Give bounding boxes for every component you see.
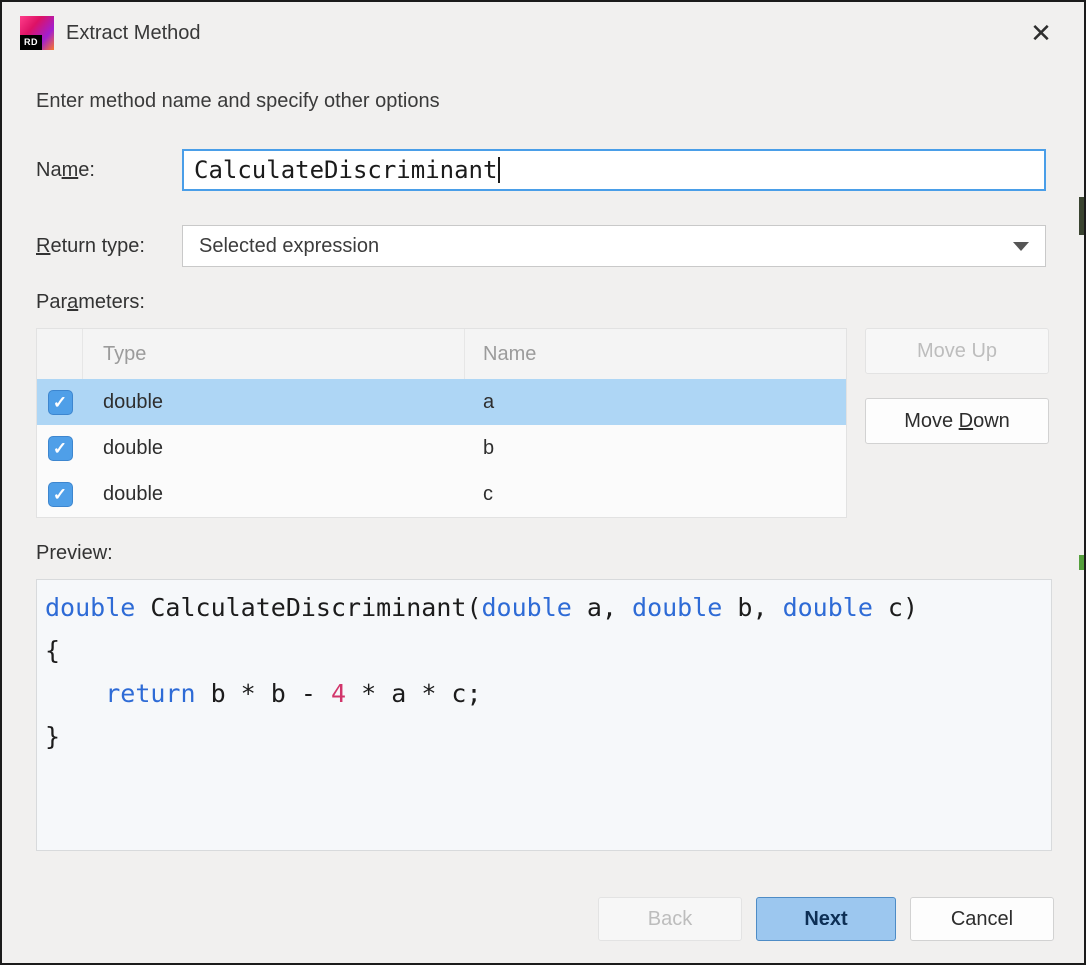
param-type: double <box>83 379 465 425</box>
keyword-token: double <box>783 593 873 622</box>
move-up-button[interactable]: Move Up <box>865 328 1049 374</box>
param-type: double <box>83 471 465 517</box>
name-row: Name: CalculateDiscriminant <box>36 149 1046 191</box>
code-line-4: } <box>45 715 1051 758</box>
extract-method-dialog: RD Extract Method ✕ Enter method name an… <box>0 0 1086 965</box>
next-button[interactable]: Next <box>756 897 896 941</box>
code-token: } <box>45 722 60 751</box>
column-header-checkbox <box>37 329 83 379</box>
preview-panel: double CalculateDiscriminant(double a, d… <box>36 579 1052 851</box>
number-token: 4 <box>331 679 346 708</box>
title-bar: RD Extract Method ✕ <box>2 2 1084 64</box>
code-token: * a * c; <box>346 679 481 708</box>
move-down-post: own <box>973 410 1010 432</box>
table-row-b[interactable]: ✓ double b <box>37 425 846 471</box>
parameters-label-post: meters: <box>78 291 145 313</box>
move-down-pre: Move <box>904 410 958 432</box>
param-name: a <box>465 379 846 425</box>
checkbox-cell: ✓ <box>37 425 83 471</box>
parameters-label-mnemonic: a <box>67 291 78 313</box>
code-token: { <box>45 636 60 665</box>
checkbox-cell: ✓ <box>37 379 83 425</box>
code-token: b * b - <box>196 679 331 708</box>
name-label-mnemonic: m <box>62 159 79 181</box>
keyword-token: double <box>632 593 722 622</box>
param-type: double <box>83 425 465 471</box>
keyword-token: return <box>105 679 195 708</box>
cancel-button[interactable]: Cancel <box>910 897 1054 941</box>
back-button[interactable]: Back <box>598 897 742 941</box>
reorder-buttons: Move Up Move Down <box>865 328 1049 444</box>
dialog-title: Extract Method <box>66 22 201 45</box>
chevron-down-icon <box>1013 242 1029 251</box>
preview-code: double CalculateDiscriminant(double a, d… <box>45 586 1051 758</box>
column-header-type: Type <box>83 329 465 379</box>
table-header: Type Name <box>37 329 846 379</box>
param-checkbox[interactable]: ✓ <box>48 390 73 415</box>
close-button[interactable]: ✕ <box>1022 14 1060 52</box>
rider-logo-icon: RD <box>20 16 54 50</box>
return-type-label: Return type: <box>36 235 182 258</box>
move-down-button[interactable]: Move Down <box>865 398 1049 444</box>
name-label: Name: <box>36 159 182 182</box>
error-stripe-mark-green <box>1079 555 1084 570</box>
table-row-a[interactable]: ✓ double a <box>37 379 846 425</box>
name-label-post: e: <box>78 159 95 181</box>
param-name: c <box>465 471 846 517</box>
return-type-value: Selected expression <box>199 235 379 258</box>
return-type-label-mnemonic: R <box>36 235 50 257</box>
code-line-3: return b * b - 4 * a * c; <box>45 672 1051 715</box>
method-name-input[interactable]: CalculateDiscriminant <box>182 149 1046 191</box>
param-checkbox[interactable]: ✓ <box>48 436 73 461</box>
keyword-token: double <box>45 593 135 622</box>
parameters-label-pre: Par <box>36 291 67 313</box>
dialog-footer: Back Next Cancel <box>2 897 1054 941</box>
code-line-2: { <box>45 629 1051 672</box>
parameters-table: Type Name ✓ double a ✓ double b ✓ <box>36 328 847 518</box>
close-icon: ✕ <box>1030 18 1052 49</box>
name-label-pre: Na <box>36 159 62 181</box>
code-token: b, <box>722 593 782 622</box>
param-checkbox[interactable]: ✓ <box>48 482 73 507</box>
code-token: a, <box>572 593 632 622</box>
move-down-mnemonic: D <box>959 410 973 432</box>
return-type-row: Return type: Selected expression <box>36 225 1046 267</box>
checkbox-cell: ✓ <box>37 471 83 517</box>
preview-label: Preview: <box>36 542 1084 565</box>
check-icon: ✓ <box>53 394 67 411</box>
method-name-value: CalculateDiscriminant <box>194 156 497 184</box>
code-token <box>45 679 105 708</box>
check-icon: ✓ <box>53 440 67 457</box>
check-icon: ✓ <box>53 486 67 503</box>
table-row-c[interactable]: ✓ double c <box>37 471 846 517</box>
parameters-area: Type Name ✓ double a ✓ double b ✓ <box>36 328 1084 518</box>
code-token: c) <box>873 593 918 622</box>
dialog-subtitle: Enter method name and specify other opti… <box>36 90 1084 113</box>
param-name: b <box>465 425 846 471</box>
keyword-token: double <box>482 593 572 622</box>
code-line-1: double CalculateDiscriminant(double a, d… <box>45 586 1051 629</box>
error-stripe-mark-dark <box>1079 197 1084 235</box>
return-type-select[interactable]: Selected expression <box>182 225 1046 267</box>
code-token: CalculateDiscriminant( <box>135 593 481 622</box>
column-header-name: Name <box>465 329 846 379</box>
text-caret <box>498 157 500 183</box>
rider-logo-text: RD <box>20 35 42 50</box>
parameters-label: Parameters: <box>36 291 1084 314</box>
return-type-label-post: eturn type: <box>50 235 145 257</box>
